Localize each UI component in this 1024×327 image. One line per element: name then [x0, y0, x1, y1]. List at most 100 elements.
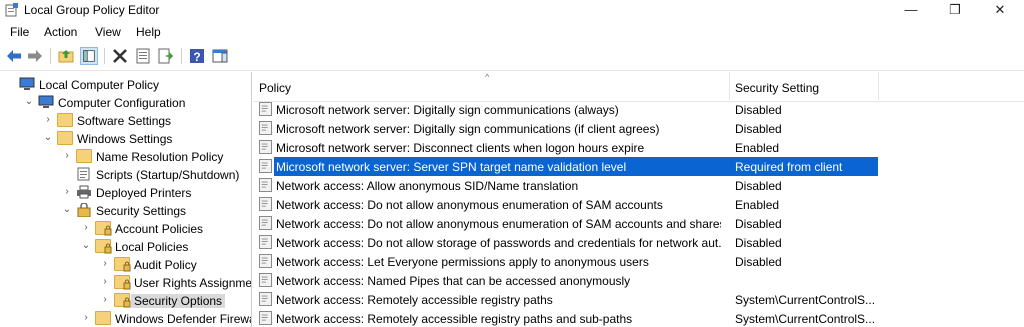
expand-chevron-icon[interactable]: › [100, 258, 110, 270]
tree-node[interactable]: › Software Settings [0, 112, 251, 130]
policy-list: ^ Policy Security Setting Microsoft netw… [253, 72, 1024, 327]
policy-row[interactable]: Network access: Remotely accessible regi… [253, 290, 1024, 309]
policy-name: Network access: Allow anonymous SID/Name… [276, 179, 579, 193]
close-button[interactable]: ✕ [977, 0, 1023, 22]
help-icon[interactable]: ? [188, 47, 206, 65]
tree-node[interactable]: ⌄ Computer Configuration [0, 94, 251, 112]
column-divider[interactable] [878, 72, 879, 100]
printer-icon [76, 185, 92, 199]
tree-node-label: Local Computer Policy [39, 78, 160, 92]
policy-setting-icon [259, 178, 272, 192]
policy-setting-icon [259, 216, 272, 230]
policy-row[interactable]: Microsoft network server: Digitally sign… [253, 119, 1024, 138]
secure-folder-icon [114, 293, 131, 308]
tree-node-label: Local Policies [115, 240, 189, 254]
tree-node[interactable]: › Audit Policy [0, 256, 251, 274]
policy-row[interactable]: Network access: Named Pipes that can be … [253, 271, 1024, 290]
list-header: ^ Policy Security Setting [253, 72, 1024, 102]
security-setting-value: System\CurrentControlS... [735, 312, 876, 326]
delete-icon[interactable] [111, 47, 129, 65]
policy-name: Network access: Do not allow storage of … [276, 236, 721, 250]
policy-row[interactable]: Microsoft network server: Disconnect cli… [253, 138, 1024, 157]
tree-node[interactable]: ⌄ Security Settings [0, 202, 251, 220]
expand-chevron-icon[interactable]: › [62, 186, 72, 198]
policy-row[interactable]: Microsoft network server: Server SPN tar… [253, 157, 1024, 176]
collapse-chevron-icon[interactable]: ⌄ [24, 96, 34, 108]
menu-file[interactable]: File [10, 25, 29, 39]
policy-setting-icon [259, 121, 272, 135]
expand-chevron-icon[interactable]: › [81, 222, 91, 234]
minimize-button[interactable]: — [888, 0, 934, 22]
back-icon[interactable] [5, 47, 23, 65]
tree-node[interactable]: › Windows Defender Firewall [0, 310, 251, 327]
tree-node-label: Account Policies [115, 222, 204, 236]
policy-row[interactable]: Network access: Do not allow storage of … [253, 233, 1024, 252]
policy-row[interactable]: Network access: Remotely accessible regi… [253, 309, 1024, 327]
toolbar-separator [50, 48, 51, 64]
show-hide-tree-icon[interactable] [80, 47, 98, 65]
tree-node-label: Windows Defender Firewall [115, 312, 252, 326]
collapse-chevron-icon[interactable]: ⌄ [81, 240, 91, 252]
policy-row[interactable]: Network access: Let Everyone permissions… [253, 252, 1024, 271]
secure-folder-icon [114, 257, 131, 272]
menu-action[interactable]: Action [44, 25, 77, 39]
expand-chevron-icon[interactable]: › [100, 276, 110, 288]
folder-icon [57, 131, 73, 145]
security-setting-value: Disabled [735, 255, 782, 269]
computer-icon [19, 77, 35, 91]
expand-chevron-icon[interactable]: › [62, 150, 72, 162]
policy-name: Network access: Remotely accessible regi… [276, 293, 553, 307]
tree-node[interactable]: › Security Options [0, 292, 251, 310]
tree-node[interactable]: ⌄ Local Policies [0, 238, 251, 256]
expand-chevron-icon[interactable]: › [100, 294, 110, 306]
show-pane-icon[interactable] [211, 47, 229, 65]
export-list-icon[interactable] [157, 47, 175, 65]
folder-icon [57, 113, 73, 127]
tree-node[interactable]: › Deployed Printers [0, 184, 251, 202]
expand-chevron-icon[interactable]: › [43, 114, 53, 126]
tree-node-label: Windows Settings [77, 132, 173, 146]
policy-name: Microsoft network server: Digitally sign… [276, 103, 619, 117]
toolbar-separator [181, 48, 182, 64]
expand-chevron-icon[interactable]: › [81, 312, 91, 324]
title-bar: Local Group Policy Editor — ❐ ✕ [0, 0, 1024, 22]
properties-icon[interactable] [134, 47, 152, 65]
security-setting-value: Disabled [735, 217, 782, 231]
console-tree: Local Computer Policy ⌄ Computer Configura… [0, 72, 252, 327]
policy-setting-icon [259, 197, 272, 211]
security-setting-value: System\CurrentControlS... [735, 293, 876, 307]
up-folder-icon[interactable] [57, 47, 75, 65]
tree-node[interactable]: Local Computer Policy [0, 76, 251, 94]
policy-setting-icon [259, 273, 272, 287]
column-header-policy[interactable]: Policy [259, 81, 291, 95]
column-header-security-setting[interactable]: Security Setting [735, 81, 819, 95]
security-setting-value: Required from client [735, 160, 843, 174]
tree-node[interactable]: › Account Policies [0, 220, 251, 238]
tree-node[interactable]: ⌄ Windows Settings [0, 130, 251, 148]
tree-node[interactable]: › User Rights Assignment [0, 274, 251, 292]
tree-node[interactable]: Scripts (Startup/Shutdown) [0, 166, 251, 184]
tree-node-label: User Rights Assignment [134, 276, 252, 290]
secure-folder-icon [95, 239, 112, 254]
policy-name: Network access: Do not allow anonymous e… [276, 217, 721, 231]
collapse-chevron-icon[interactable]: ⌄ [62, 204, 72, 216]
script-icon [76, 167, 92, 181]
tree-node[interactable]: › Name Resolution Policy [0, 148, 251, 166]
policy-editor-icon [5, 3, 18, 17]
forward-icon[interactable] [26, 47, 44, 65]
maximize-button[interactable]: ❐ [932, 0, 978, 22]
menu-view[interactable]: View [95, 25, 121, 39]
collapse-chevron-icon[interactable]: ⌄ [43, 132, 53, 144]
toolbar: ? [0, 42, 1024, 71]
toolbar-separator [104, 48, 105, 64]
policy-name: Network access: Do not allow anonymous e… [276, 198, 663, 212]
menu-help[interactable]: Help [136, 25, 161, 39]
policy-row[interactable]: Network access: Allow anonymous SID/Name… [253, 176, 1024, 195]
policy-row[interactable]: Microsoft network server: Digitally sign… [253, 100, 1024, 119]
policy-name: Microsoft network server: Server SPN tar… [276, 160, 627, 174]
tree-node-label: Software Settings [77, 114, 172, 128]
policy-row[interactable]: Network access: Do not allow anonymous e… [253, 214, 1024, 233]
policy-row[interactable]: Network access: Do not allow anonymous e… [253, 195, 1024, 214]
column-divider[interactable] [729, 72, 730, 100]
